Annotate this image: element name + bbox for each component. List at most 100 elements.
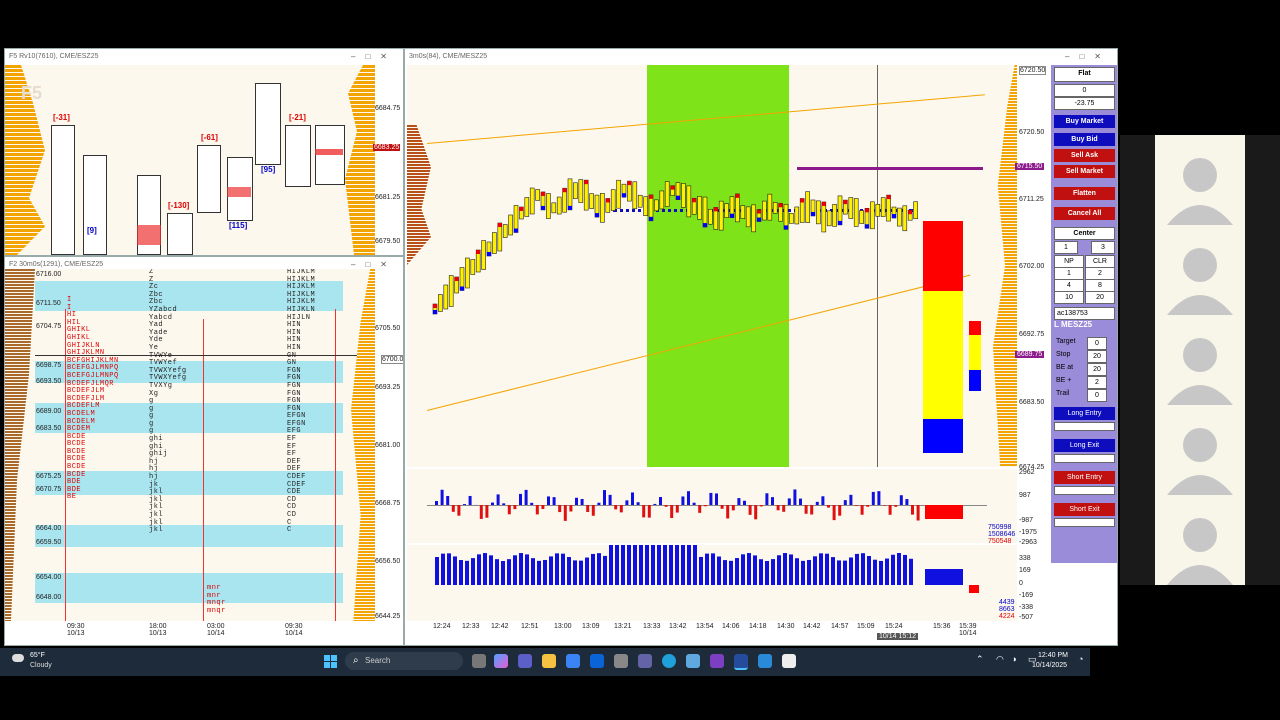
volume-bar bbox=[699, 556, 703, 585]
window-app-icon[interactable] bbox=[782, 654, 796, 668]
main-chart-window[interactable]: 3m0s(84), CME/MESZ25 –□✕ 6720.50 6720.50… bbox=[404, 48, 1118, 646]
candle bbox=[632, 181, 638, 210]
taskbar-search[interactable]: ⌕ Search bbox=[345, 652, 463, 670]
clock-date[interactable]: 10/14/2025 bbox=[1032, 662, 1067, 669]
start-button[interactable] bbox=[324, 655, 337, 668]
volume-icon[interactable]: ◗ bbox=[1012, 654, 1017, 664]
store-icon[interactable] bbox=[566, 654, 580, 668]
avatar[interactable] bbox=[1155, 405, 1245, 495]
photos-icon[interactable] bbox=[686, 654, 700, 668]
buy-bid-button[interactable]: Buy Bid bbox=[1054, 133, 1115, 146]
qty-select-1[interactable]: 1 bbox=[1054, 241, 1078, 254]
volume-histogram[interactable] bbox=[407, 545, 1017, 621]
time-label: 15:39 10/14 bbox=[959, 623, 977, 637]
candle-bottom bbox=[757, 217, 761, 222]
f5-price-4: 6679.50 bbox=[375, 238, 401, 245]
f2-tpo-window[interactable]: F2 30m0s(1291), CME/ESZ25 –□✕ I I HI HIL… bbox=[4, 256, 404, 646]
edge-icon[interactable] bbox=[662, 654, 676, 668]
volume-bar bbox=[819, 553, 823, 585]
main-titlebar[interactable]: 3m0s(84), CME/MESZ25 –□✕ bbox=[405, 49, 1117, 65]
task-view-icon[interactable] bbox=[472, 654, 486, 668]
volume-bar bbox=[729, 560, 733, 585]
delta-bar bbox=[787, 498, 791, 505]
candle bbox=[735, 193, 740, 223]
avatar[interactable] bbox=[1155, 135, 1245, 225]
flatten-button[interactable]: Flatten bbox=[1054, 187, 1115, 200]
account-select[interactable]: ac138753 bbox=[1054, 307, 1115, 320]
f5-plot-area[interactable]: F5 [-31] [9] [-130] [-61] [115] [-21] [9… bbox=[5, 65, 375, 255]
qty-preset-button[interactable]: 20 bbox=[1085, 291, 1115, 304]
delta-bar bbox=[547, 496, 550, 505]
weather-widget[interactable]: 65°F Cloudy bbox=[10, 651, 70, 673]
candle bbox=[762, 200, 767, 221]
teams-classic-icon[interactable] bbox=[638, 654, 652, 668]
candle bbox=[718, 200, 724, 231]
delta-bar bbox=[457, 505, 461, 516]
buy-market-button[interactable]: Buy Market bbox=[1054, 115, 1115, 128]
settings-icon[interactable] bbox=[614, 654, 628, 668]
long-entry-button[interactable]: Long Entry bbox=[1054, 407, 1115, 420]
qty-preset-button[interactable]: 10 bbox=[1054, 291, 1084, 304]
clock-time[interactable]: 12:40 PM bbox=[1038, 652, 1068, 659]
long-exit-select[interactable] bbox=[1054, 454, 1115, 463]
candle-bottom bbox=[595, 213, 599, 218]
teams-icon[interactable] bbox=[518, 654, 532, 668]
delta-bar bbox=[748, 505, 752, 515]
file-explorer-icon[interactable] bbox=[542, 654, 556, 668]
f2-left-price: 6659.50 bbox=[36, 539, 62, 546]
window-controls[interactable]: –□✕ bbox=[1065, 49, 1111, 65]
chevron-up-icon[interactable]: ⌃ bbox=[976, 654, 984, 665]
f2-plot-area[interactable]: I I HI HIL GHIKL GHIKL GHIJKLN GHIJKLMN … bbox=[5, 269, 375, 621]
candle bbox=[821, 201, 827, 233]
sell-ask-button[interactable]: Sell Ask bbox=[1054, 149, 1115, 162]
stop-input[interactable]: 20 bbox=[1087, 350, 1107, 363]
volume-bar bbox=[837, 560, 841, 585]
short-entry-button[interactable]: Short Entry bbox=[1054, 471, 1115, 484]
be-at-input[interactable]: 20 bbox=[1087, 363, 1107, 376]
volume-bar bbox=[909, 558, 913, 585]
short-entry-select[interactable] bbox=[1054, 486, 1115, 495]
target-input[interactable]: 0 bbox=[1087, 337, 1107, 350]
candle-bottom bbox=[730, 213, 734, 218]
osc1-value: 1508646 bbox=[988, 531, 1016, 538]
delta-bar bbox=[614, 505, 618, 510]
candle-top bbox=[605, 198, 610, 203]
window-controls[interactable]: –□✕ bbox=[351, 49, 397, 65]
qty-select-3[interactable]: 3 bbox=[1091, 241, 1115, 254]
avatar[interactable] bbox=[1155, 225, 1245, 315]
candle bbox=[745, 206, 751, 228]
long-entry-select[interactable] bbox=[1054, 422, 1115, 431]
volume-bar bbox=[591, 553, 595, 585]
delta-oscillator[interactable] bbox=[407, 469, 1017, 543]
center-button[interactable]: Center bbox=[1054, 227, 1115, 240]
outlook-icon[interactable] bbox=[590, 654, 604, 668]
volume-bar bbox=[825, 553, 829, 585]
delta-bar bbox=[832, 505, 836, 521]
long-exit-button[interactable]: Long Exit bbox=[1054, 439, 1115, 452]
f2-right-price: 6644.25 bbox=[375, 613, 401, 620]
delta-bar bbox=[530, 502, 534, 505]
price-chart-area[interactable] bbox=[407, 65, 1017, 467]
volume-bar bbox=[531, 558, 535, 585]
copilot-icon[interactable] bbox=[494, 654, 508, 668]
delta-bar bbox=[502, 503, 506, 505]
visual-studio-icon[interactable] bbox=[710, 654, 724, 668]
trail-input[interactable]: 0 bbox=[1087, 389, 1107, 402]
delta-bar bbox=[698, 505, 702, 513]
short-exit-button[interactable]: Short Exit bbox=[1054, 503, 1115, 516]
trading-app-icon[interactable] bbox=[734, 654, 748, 670]
f5-titlebar[interactable]: F5 Rv10(7610), CME/ESZ25 –□✕ bbox=[5, 49, 403, 65]
notification-icon[interactable]: ◔ bbox=[1078, 654, 1083, 664]
f5-chart-window[interactable]: F5 Rv10(7610), CME/ESZ25 –□✕ F5 [-31] [9… bbox=[4, 48, 404, 256]
osc2-axis: 0 bbox=[1019, 580, 1023, 587]
be-plus-input[interactable]: 2 bbox=[1087, 376, 1107, 389]
volume-bar bbox=[855, 553, 859, 585]
sell-market-button[interactable]: Sell Market bbox=[1054, 165, 1115, 178]
delta-bar bbox=[799, 498, 802, 505]
wifi-icon[interactable]: ◠ bbox=[996, 654, 1004, 665]
short-exit-select[interactable] bbox=[1054, 518, 1115, 527]
chart-app-icon[interactable] bbox=[758, 654, 772, 668]
avatar[interactable] bbox=[1155, 495, 1245, 585]
avatar[interactable] bbox=[1155, 315, 1245, 405]
cancel-all-button[interactable]: Cancel All bbox=[1054, 207, 1115, 220]
